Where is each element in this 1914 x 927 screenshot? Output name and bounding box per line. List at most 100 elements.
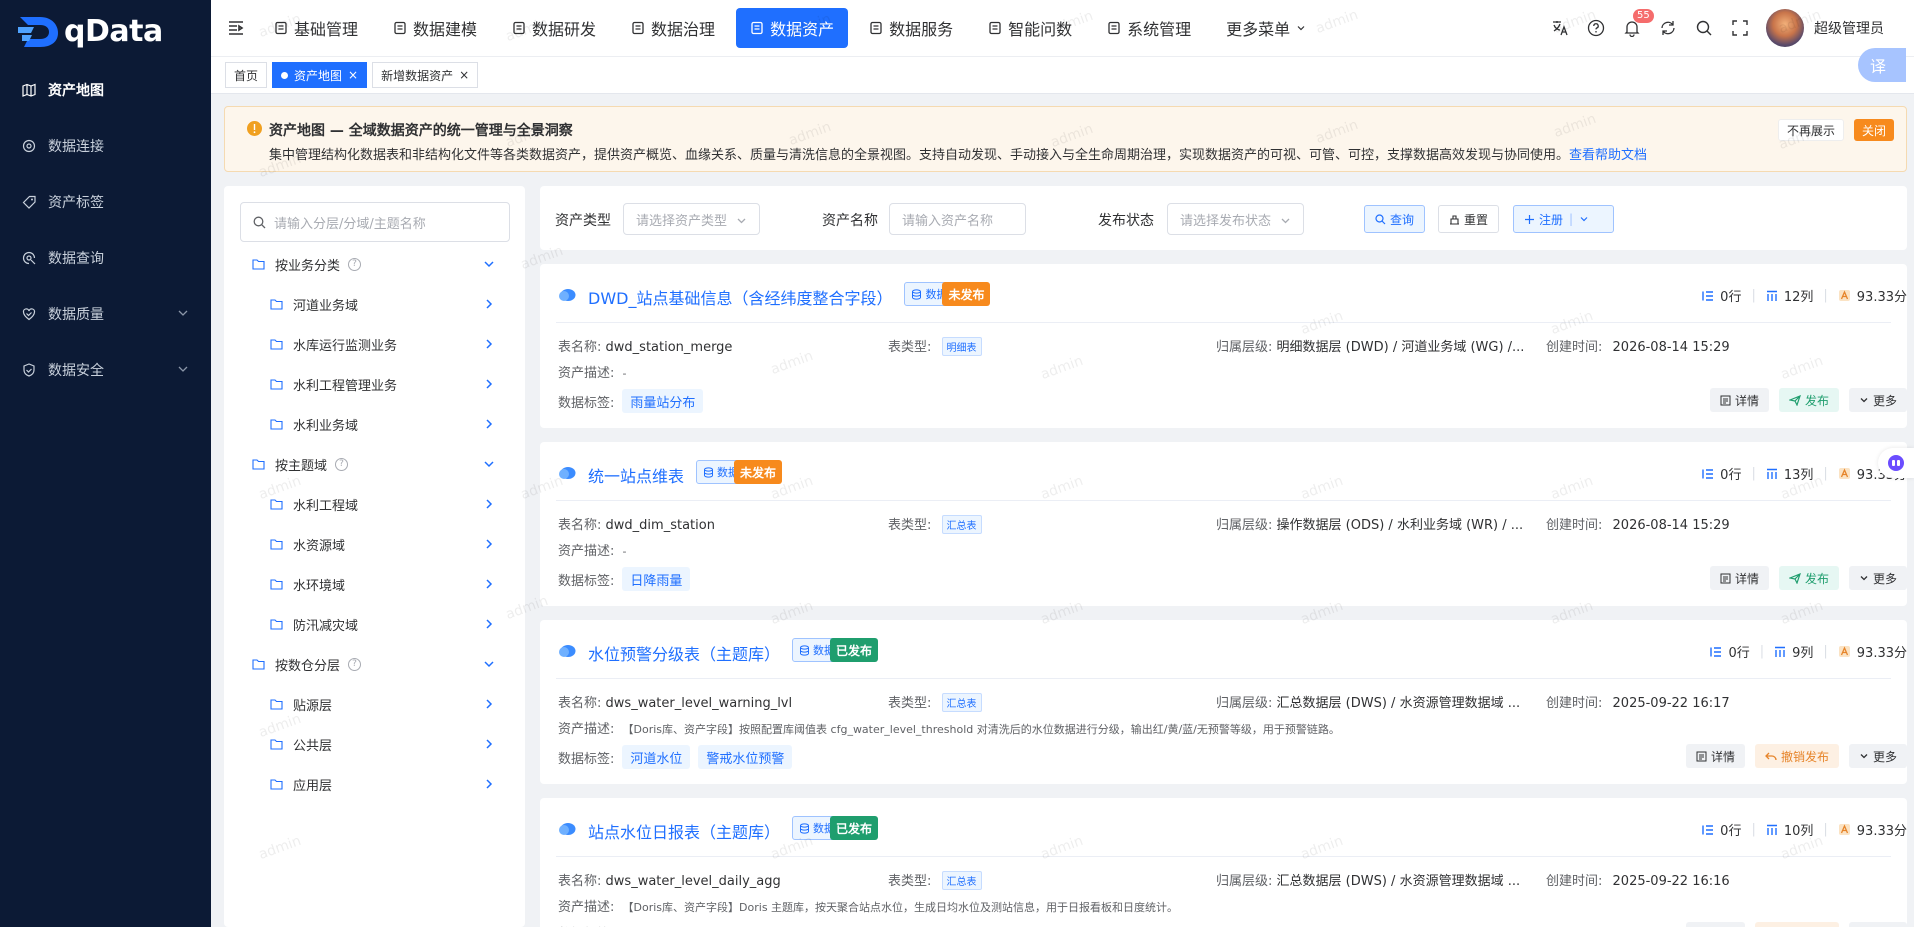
translate-icon[interactable] xyxy=(1550,18,1570,38)
data-label-chip[interactable]: 警戒水位预警 xyxy=(698,745,793,769)
tree-item[interactable]: 防汛减灾域 xyxy=(224,604,525,644)
sidebar-item-query[interactable]: 数据查询 xyxy=(0,230,211,286)
query-button[interactable]: 查询 xyxy=(1364,205,1426,233)
sidebar-item-quality[interactable]: 数据质量 xyxy=(0,286,211,342)
data-label-chip[interactable]: 雨量站分布 xyxy=(622,389,704,413)
dont-show-again-button[interactable]: 不再展示 xyxy=(1777,119,1844,141)
tag-view-item[interactable]: 首页 xyxy=(225,62,268,88)
tab-service[interactable]: 数据服务 xyxy=(855,8,967,48)
detail-button[interactable]: 详情 xyxy=(1709,566,1769,590)
chevron-right-icon[interactable] xyxy=(483,298,495,310)
tree-item[interactable]: 水利业务域 xyxy=(224,404,525,444)
chevron-down-icon[interactable] xyxy=(483,458,495,470)
asset-title[interactable]: 水位预警分级表（主题库） xyxy=(588,641,780,665)
unpublish-button[interactable]: 撤销发布 xyxy=(1754,922,1839,927)
tree-group[interactable]: 按数仓分层? xyxy=(224,644,525,684)
field-label: 归属层级: xyxy=(1216,518,1273,533)
detail-label: 详情 xyxy=(1734,571,1759,586)
close-icon[interactable]: × xyxy=(459,68,469,82)
asset-title[interactable]: DWD_站点基础信息（含经纬度整合字段） xyxy=(588,285,892,309)
tree-search-input[interactable]: 请输入分层/分域/主题名称 xyxy=(240,202,510,242)
more-button[interactable]: 更多 xyxy=(1848,388,1907,412)
detail-button[interactable]: 详情 xyxy=(1685,922,1745,927)
tree-item[interactable]: 水库运行监测业务 xyxy=(224,324,525,364)
help-doc-link[interactable]: 查看帮助文档 xyxy=(1569,148,1647,163)
quality-score: 93.33分 xyxy=(1838,820,1907,839)
more-button[interactable]: 更多 xyxy=(1848,566,1907,590)
collapse-menu-icon[interactable] xyxy=(226,18,246,38)
chevron-right-icon[interactable] xyxy=(483,498,495,510)
detail-button[interactable]: 详情 xyxy=(1685,744,1745,768)
tag-view-item[interactable]: 新增数据资产 × xyxy=(372,62,479,88)
tree-item-label: 水库运行监测业务 xyxy=(293,338,398,354)
unpublish-button[interactable]: 撤销发布 xyxy=(1754,744,1839,768)
publish-button[interactable]: 发布 xyxy=(1778,388,1839,412)
sidebar-item-shield[interactable]: 数据安全 xyxy=(0,342,211,398)
tag-view-item[interactable]: 资产地图 × xyxy=(272,62,368,88)
chevron-right-icon[interactable] xyxy=(483,778,495,790)
close-icon[interactable]: × xyxy=(348,68,358,82)
help-icon[interactable]: ? xyxy=(348,257,362,271)
chevron-down-icon[interactable] xyxy=(483,658,495,670)
sidebar-item-tag[interactable]: 资产标签 xyxy=(0,174,211,230)
tree-item[interactable]: 河道业务域 xyxy=(224,284,525,324)
more-button[interactable]: 更多 xyxy=(1848,744,1907,768)
register-button[interactable]: 注册 | xyxy=(1513,205,1614,233)
close-notice-button[interactable]: 关闭 xyxy=(1853,119,1894,141)
translate-float-button[interactable]: 译 xyxy=(1858,48,1906,82)
asset-name-input[interactable]: 请输入资产名称 xyxy=(889,203,1026,235)
tree-item[interactable]: 水环境域 xyxy=(224,564,525,604)
chevron-down-icon[interactable] xyxy=(1579,214,1589,224)
data-label-chip[interactable]: 河道水位 xyxy=(622,745,691,769)
tree-item[interactable]: 水利工程管理业务 xyxy=(224,364,525,404)
chevron-right-icon[interactable] xyxy=(483,338,495,350)
tab-gear[interactable]: 系统管理 xyxy=(1093,8,1205,48)
notification-bell-icon[interactable]: 55 xyxy=(1622,9,1654,38)
unpublish-label: 撤销发布 xyxy=(1780,749,1829,764)
tree-group[interactable]: 按业务分类? xyxy=(224,244,525,284)
tab-cube[interactable]: 数据建模 xyxy=(379,8,491,48)
tab-asset[interactable]: 数据资产 xyxy=(736,8,849,48)
sidebar-item-label: 数据连接 xyxy=(48,139,104,155)
tree-group[interactable]: 按主题域? xyxy=(224,444,525,484)
sidebar-item-map[interactable]: 资产地图 xyxy=(0,62,211,118)
tree-item[interactable]: 应用层 xyxy=(224,764,525,804)
help-icon[interactable]: ? xyxy=(348,657,362,671)
sidebar-item-connection[interactable]: 数据连接 xyxy=(0,118,211,174)
chevron-right-icon[interactable] xyxy=(483,618,495,630)
user-avatar[interactable] xyxy=(1766,9,1804,47)
data-label-chip[interactable]: 日降雨量 xyxy=(622,567,691,591)
search-icon[interactable] xyxy=(1694,18,1714,38)
tree-item[interactable]: 公共层 xyxy=(224,724,525,764)
more-button[interactable]: 更多 xyxy=(1848,922,1907,927)
asset-title[interactable]: 站点水位日报表（主题库） xyxy=(588,819,780,843)
tab-govern[interactable]: 数据治理 xyxy=(617,8,729,48)
chevron-right-icon[interactable] xyxy=(483,738,495,750)
chevron-right-icon[interactable] xyxy=(483,538,495,550)
help-icon[interactable]: ? xyxy=(335,457,349,471)
tab-more[interactable]: 更多菜单 xyxy=(1212,8,1326,48)
app-logo[interactable]: qData xyxy=(0,0,211,62)
chevron-right-icon[interactable] xyxy=(483,578,495,590)
chevron-right-icon[interactable] xyxy=(483,698,495,710)
asset-title[interactable]: 统一站点维表 xyxy=(588,463,684,487)
publish-status-select[interactable]: 请选择发布状态 xyxy=(1167,203,1304,235)
tree-item[interactable]: 水利工程域 xyxy=(224,484,525,524)
chevron-right-icon[interactable] xyxy=(483,418,495,430)
asset-type-select[interactable]: 请选择资产类型 xyxy=(623,203,760,235)
fullscreen-icon[interactable] xyxy=(1730,18,1750,38)
help-icon[interactable] xyxy=(1586,18,1606,38)
username[interactable]: 超级管理员 xyxy=(1814,18,1884,38)
chevron-right-icon[interactable] xyxy=(483,378,495,390)
chevron-down-icon[interactable] xyxy=(483,258,495,270)
tree-item[interactable]: 水资源域 xyxy=(224,524,525,564)
assistant-float-button[interactable] xyxy=(1878,448,1914,478)
refresh-icon[interactable] xyxy=(1658,18,1678,38)
detail-button[interactable]: 详情 xyxy=(1709,388,1769,412)
tab-robot[interactable]: 智能问数 xyxy=(974,8,1086,48)
publish-button[interactable]: 发布 xyxy=(1778,566,1839,590)
tree-item[interactable]: 贴源层 xyxy=(224,684,525,724)
tab-code[interactable]: 数据研发 xyxy=(498,8,610,48)
tab-doc[interactable]: 基础管理 xyxy=(260,8,372,48)
reset-button[interactable]: 重置 xyxy=(1438,205,1500,233)
